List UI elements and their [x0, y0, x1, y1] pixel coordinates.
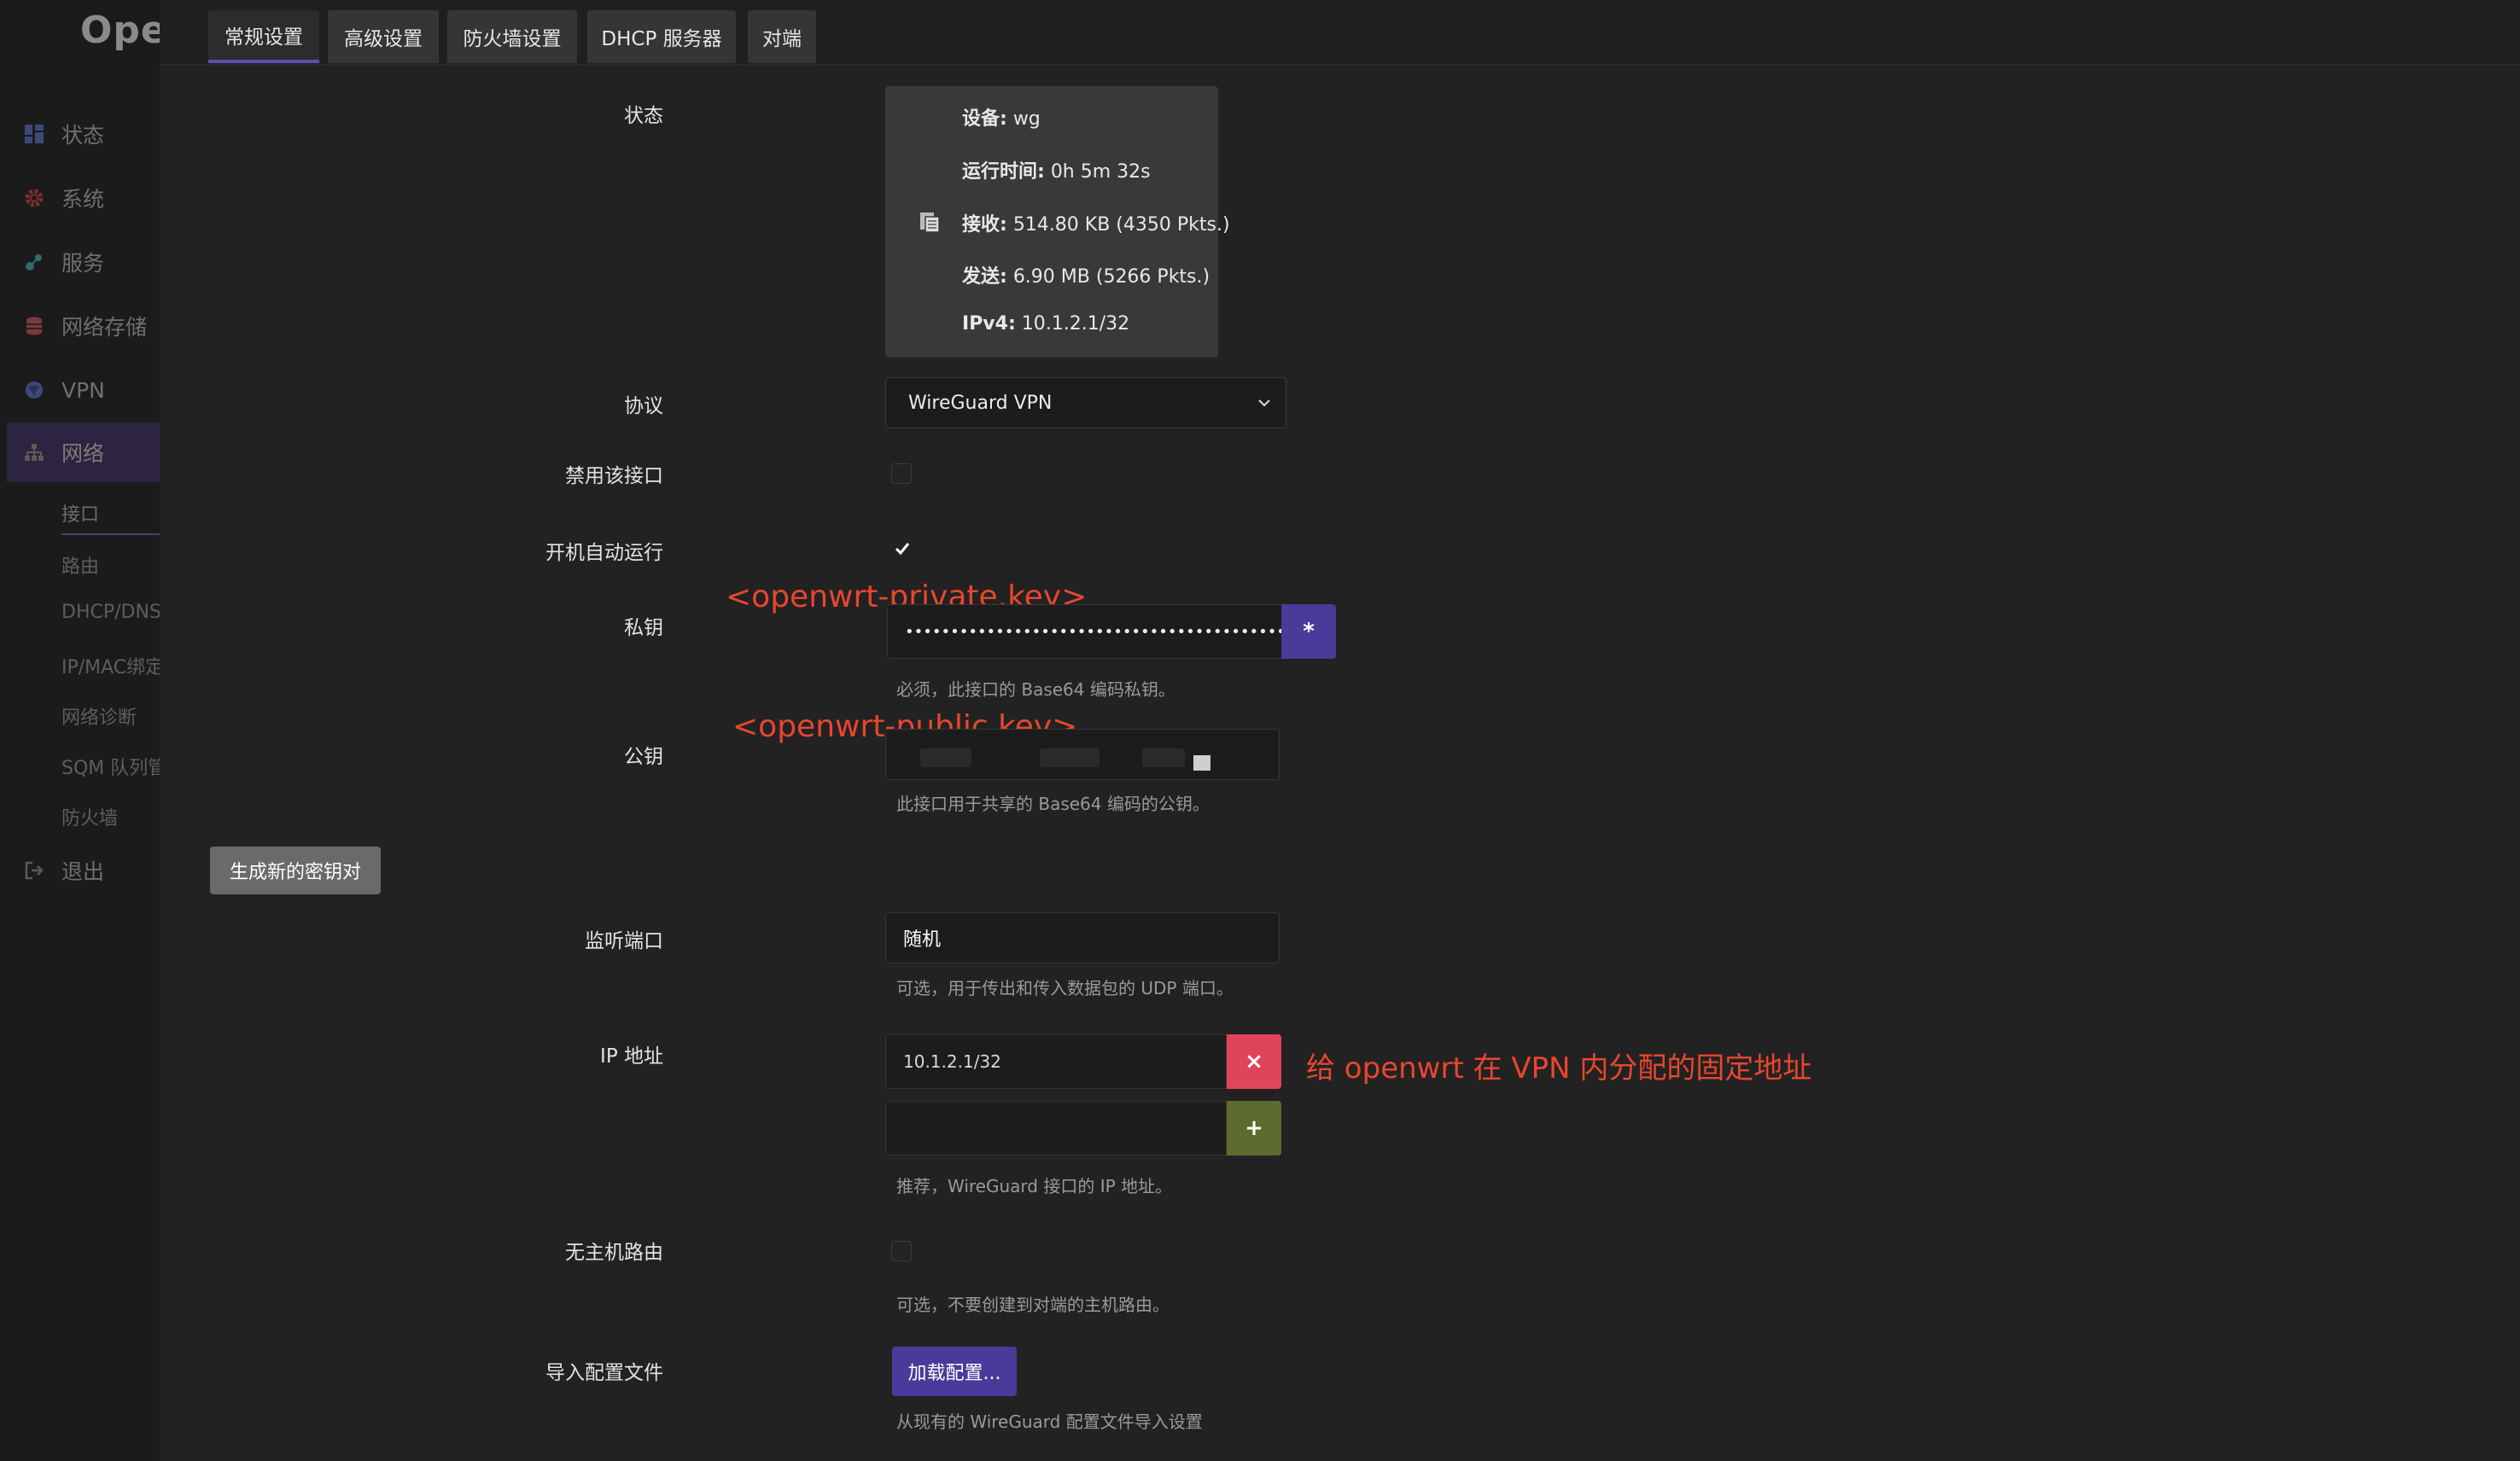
no-host-route-checkbox[interactable] [891, 1241, 912, 1261]
sidebar-item-label: 状态 [61, 123, 105, 148]
sidebar-subitem-diagnostics[interactable]: 网络诊断 [61, 702, 137, 730]
dashboard-icon [22, 122, 46, 146]
public-key-label: 公钥 [624, 746, 663, 768]
sidebar-item-services[interactable]: 服务 [0, 232, 160, 292]
ip-address-help: 推荐，WireGuard 接口的 IP 地址。 [896, 1176, 1173, 1196]
status-ipv4: IPv4: 10.1.2.1/32 [962, 313, 1130, 335]
tab-firewall[interactable]: 防火墙设置 [447, 10, 577, 63]
public-key-help: 此接口用于共享的 Base64 编码的公钥。 [896, 794, 1210, 814]
status-rx: 接收: 514.80 KB (4350 Pkts.) [962, 214, 1230, 236]
sidebar-subitem-firewall[interactable]: 防火墙 [61, 803, 118, 830]
private-key-label: 私钥 [624, 617, 663, 639]
redacted-block [1193, 755, 1210, 771]
services-icon [22, 250, 46, 274]
storage-icon [22, 314, 46, 338]
protocol-label: 协议 [624, 395, 663, 417]
sidebar-subitem-interfaces[interactable]: 接口 [61, 499, 160, 535]
tab-bar: 常规设置 高级设置 防火墙设置 DHCP 服务器 对端 [160, 0, 2520, 65]
autostart-label: 开机自动运行 [545, 542, 663, 564]
interface-icon [920, 212, 940, 233]
sidebar-item-system[interactable]: 系统 [0, 168, 160, 228]
remove-ip-button[interactable]: × [1227, 1034, 1281, 1089]
form-area: 状态 设备: wg 运行时间: 0h 5m 32s 接收: 514.80 KB … [179, 65, 2520, 1461]
listen-port-help: 可选，用于传出和传入数据包的 UDP 端口。 [896, 978, 1234, 998]
ip-address-label: IP 地址 [600, 1045, 663, 1068]
sidebar-subitem-routes[interactable]: 路由 [61, 551, 99, 579]
brand-logo[interactable]: Ope [80, 9, 160, 52]
disable-checkbox[interactable] [891, 463, 912, 484]
tab-dhcp[interactable]: DHCP 服务器 [587, 10, 736, 63]
protocol-select[interactable]: WireGuard VPN [885, 377, 1286, 428]
public-key-input[interactable] [885, 729, 1280, 780]
autostart-checkbox[interactable] [893, 539, 912, 558]
sidebar-item-label: 网络存储 [61, 315, 148, 340]
gear-icon [22, 186, 46, 210]
no-host-route-help: 可选，不要创建到对端的主机路由。 [896, 1295, 1170, 1315]
listen-port-label: 监听端口 [585, 930, 663, 952]
sidebar-subitem-sqm[interactable]: SQM 队列管 [61, 753, 160, 780]
sidebar-subitem-ip-mac[interactable]: IP/MAC绑定 [61, 652, 160, 679]
no-host-route-label: 无主机路由 [565, 1242, 663, 1264]
vpn-icon [22, 378, 46, 402]
sidebar: Ope 状态 系统 服务 网络存储 VPN 网络 接口 路由 DHCP/DNS … [0, 0, 160, 1461]
redacted-text [1040, 748, 1100, 767]
disable-label: 禁用该接口 [565, 465, 663, 487]
sidebar-item-label: 退出 [61, 859, 105, 884]
import-config-help: 从现有的 WireGuard 配置文件导入设置 [896, 1412, 1203, 1432]
sidebar-subitem-dhcp-dns[interactable]: DHCP/DNS [61, 602, 160, 623]
redacted-text [1142, 748, 1185, 767]
sidebar-item-logout[interactable]: 退出 [0, 841, 160, 900]
status-uptime: 运行时间: 0h 5m 32s [962, 161, 1151, 183]
tab-general[interactable]: 常规设置 [208, 10, 319, 63]
tab-peers[interactable]: 对端 [748, 10, 816, 63]
protocol-value: WireGuard VPN [908, 392, 1053, 414]
network-icon [22, 440, 46, 464]
load-config-button[interactable]: 加载配置... [892, 1347, 1017, 1396]
ip-annotation: 给 openwrt 在 VPN 内分配的固定地址 [1306, 1051, 1812, 1086]
private-key-help: 必须，此接口的 Base64 编码私钥。 [896, 679, 1175, 700]
sidebar-item-label: 系统 [61, 187, 105, 212]
private-key-input[interactable]: ••••••••••••••••••••••••••••••••••••••••… [887, 604, 1281, 659]
reveal-key-button[interactable]: * [1281, 604, 1336, 659]
import-config-label: 导入配置文件 [545, 1362, 663, 1384]
sidebar-item-storage[interactable]: 网络存储 [0, 296, 160, 356]
sidebar-item-label: 服务 [61, 251, 105, 276]
sidebar-item-status[interactable]: 状态 [0, 104, 160, 164]
status-tx: 发送: 6.90 MB (5266 Pkts.) [962, 266, 1210, 288]
sidebar-item-label: VPN [61, 377, 105, 403]
status-panel: 设备: wg 运行时间: 0h 5m 32s 接收: 514.80 KB (43… [885, 86, 1230, 358]
logout-icon [22, 859, 46, 882]
sidebar-item-network[interactable]: 网络 [7, 422, 160, 482]
ip-address-input[interactable]: 10.1.2.1/32 [885, 1034, 1227, 1089]
redacted-text [920, 748, 971, 767]
sidebar-item-label: 网络 [61, 441, 105, 466]
listen-port-input[interactable]: 随机 [885, 912, 1280, 963]
add-ip-button[interactable]: + [1227, 1101, 1281, 1155]
chevron-down-icon [1258, 399, 1270, 407]
new-ip-input[interactable] [885, 1101, 1227, 1155]
generate-keypair-button[interactable]: 生成新的密钥对 [210, 847, 381, 894]
status-label: 状态 [624, 105, 663, 127]
tab-advanced[interactable]: 高级设置 [328, 10, 439, 63]
sidebar-item-vpn[interactable]: VPN [0, 360, 160, 420]
status-device: 设备: wg [962, 108, 1041, 130]
